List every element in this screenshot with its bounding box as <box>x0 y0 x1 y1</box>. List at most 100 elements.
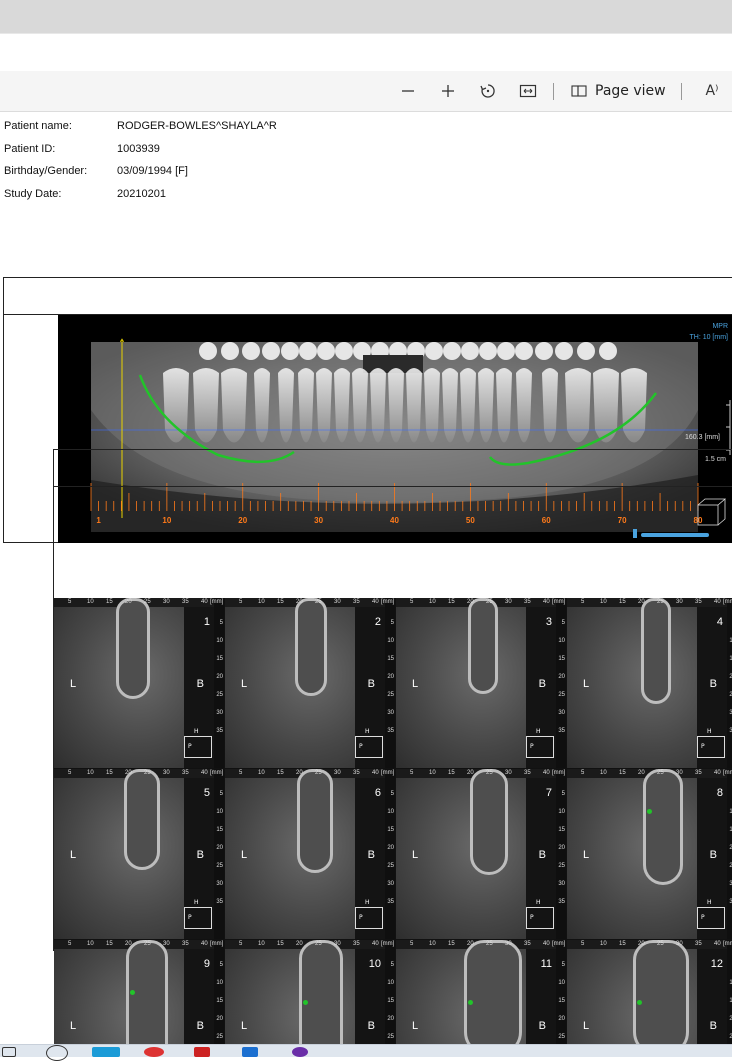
orientation-cube-icon: HP <box>526 899 554 929</box>
ruler-tick-label: 35 <box>695 941 702 947</box>
ruler-tick-label: 15 <box>106 599 113 605</box>
pano-length-label: 160.3 [mm] <box>685 434 720 441</box>
ruler-tick-label: 25 <box>486 770 493 776</box>
page-view-button[interactable]: Page view <box>571 71 666 111</box>
cross-section-cell: 5 10 15 20 25 30 35 40 [mm] 5 10 15 20 25 30 35 3 L B H P <box>396 598 566 768</box>
ruler-unit-label: [mm] <box>723 599 732 605</box>
ruler-tick-label: 35 <box>524 770 531 776</box>
cube-p-label: P <box>188 914 192 921</box>
ruler-tick-label: 25 <box>144 770 151 776</box>
cross-section-cell: 510152025303540[mm]510152025303510LB <box>225 940 395 1044</box>
ruler-unit-label: [mm] <box>552 770 566 776</box>
patient-info: Patient name: RODGER-BOWLES^SHAYLA^R Pati… <box>4 120 277 210</box>
orientation-cube-icon: HP <box>526 728 554 758</box>
cross-section-number: 1 <box>203 616 210 628</box>
cross-section-number: 5 <box>203 787 210 799</box>
ruler-unit-label: [mm] <box>723 770 732 776</box>
vertical-ruler-label: 30 <box>387 881 394 887</box>
lingual-label: L <box>70 678 77 690</box>
ruler-tick-label: 40 <box>714 941 721 947</box>
vertical-ruler-label: 20 <box>216 1016 223 1022</box>
lingual-label: L <box>412 849 419 861</box>
cross-section-number: 11 <box>540 958 552 970</box>
ruler-unit-label: [mm] <box>210 599 224 605</box>
ruler-tick-label: 15 <box>277 770 284 776</box>
ruler-tick-label: 40 <box>372 770 379 776</box>
cross-section-cell: 510152025303540[mm]51015202530358LBHP <box>567 769 732 939</box>
ruler-tick-label: 30 <box>676 941 683 947</box>
buccal-label: B <box>538 678 546 690</box>
cross-section-number: 8 <box>716 787 723 799</box>
toolbar-separator <box>553 83 554 100</box>
vertical-ruler-label: 20 <box>387 674 394 680</box>
cube-p-label: P <box>530 914 534 921</box>
orientation-cube-icon: HP <box>355 899 383 929</box>
lingual-label: L <box>70 849 77 861</box>
ruler-tick-label: 40 <box>201 599 208 605</box>
ruler-tick-label: 20 <box>638 599 645 605</box>
vertical-ruler-label: 5 <box>561 962 565 968</box>
lingual-label: L <box>583 1020 590 1032</box>
cross-section-number: 9 <box>203 958 210 970</box>
ruler-tick-label: 25 <box>144 941 151 947</box>
ruler-tick-label: 5 <box>410 770 414 776</box>
plus-icon[interactable] <box>438 71 458 111</box>
cube-p-label: P <box>188 743 192 750</box>
browser-title-bar <box>0 0 732 33</box>
cube-h-label: H <box>707 899 712 906</box>
vertical-ruler-label: 10 <box>387 809 394 815</box>
ruler-tick-label: 10 <box>87 770 94 776</box>
cube-p-label: P <box>530 743 534 750</box>
cube-p-label: P <box>701 914 705 921</box>
fit-width-icon[interactable] <box>518 71 538 111</box>
patient-row: Birthday/Gender: 03/09/1994 [F] <box>4 165 277 188</box>
vertical-ruler-label: 30 <box>558 881 565 887</box>
vertical-ruler-label: 20 <box>558 674 565 680</box>
vertical-ruler-label: 10 <box>558 809 565 815</box>
ruler-tick-label: 30 <box>334 941 341 947</box>
read-aloud-icon[interactable]: A⁾ <box>700 71 724 111</box>
lingual-label: L <box>241 678 248 690</box>
vertical-ruler-label: 20 <box>558 1016 565 1022</box>
ruler-tick-label: 20 <box>638 770 645 776</box>
vertical-ruler-label: 5 <box>219 791 223 797</box>
ruler-tick-label: 15 <box>277 941 284 947</box>
ruler-unit-label: [mm] <box>210 770 224 776</box>
orientation-cube-icon: HP <box>697 728 725 758</box>
vertical-ruler-label: 20 <box>558 845 565 851</box>
pdf-toolbar: Page view A⁾ <box>0 71 732 112</box>
search-icon[interactable] <box>46 1045 68 1061</box>
ruler-tick-label: 35 <box>182 941 189 947</box>
ruler-unit-label: [mm] <box>381 599 395 605</box>
address-bar-area[interactable] <box>0 33 732 72</box>
vertical-ruler-label: 30 <box>387 710 394 716</box>
rotate-icon[interactable] <box>478 71 498 111</box>
ruler-tick-label: 20 <box>467 941 474 947</box>
nerve-marker <box>303 1000 308 1005</box>
buccal-label: B <box>196 678 204 690</box>
buccal-label: B <box>709 678 717 690</box>
ruler-tick-label: 5 <box>581 599 585 605</box>
bone-section <box>643 769 683 885</box>
minus-icon[interactable] <box>398 71 418 111</box>
vertical-ruler-label: 25 <box>558 863 565 869</box>
ruler-tick-label: 40 <box>543 599 550 605</box>
ruler-tick-label: 20 <box>125 770 132 776</box>
buccal-label: B <box>367 678 375 690</box>
ruler-tick-label: 30 <box>505 770 512 776</box>
bone-section <box>470 769 508 875</box>
page-view-icon <box>571 85 587 97</box>
ruler-tick-label: 25 <box>315 599 322 605</box>
buccal-label: B <box>709 849 717 861</box>
vertical-ruler-label: 20 <box>387 845 394 851</box>
ruler-tick-label: 15 <box>277 599 284 605</box>
ruler-tick-label: 35 <box>353 941 360 947</box>
ruler-unit-label: [mm] <box>381 941 395 947</box>
ruler-tick-label: 10 <box>429 599 436 605</box>
ruler-tick-label: 40 <box>543 770 550 776</box>
vertical-ruler-label: 30 <box>216 710 223 716</box>
bone-section <box>299 940 343 1044</box>
ruler-tick-label: 15 <box>106 941 113 947</box>
vertical-ruler-label: 10 <box>387 638 394 644</box>
vertical-ruler-label: 35 <box>216 728 223 734</box>
